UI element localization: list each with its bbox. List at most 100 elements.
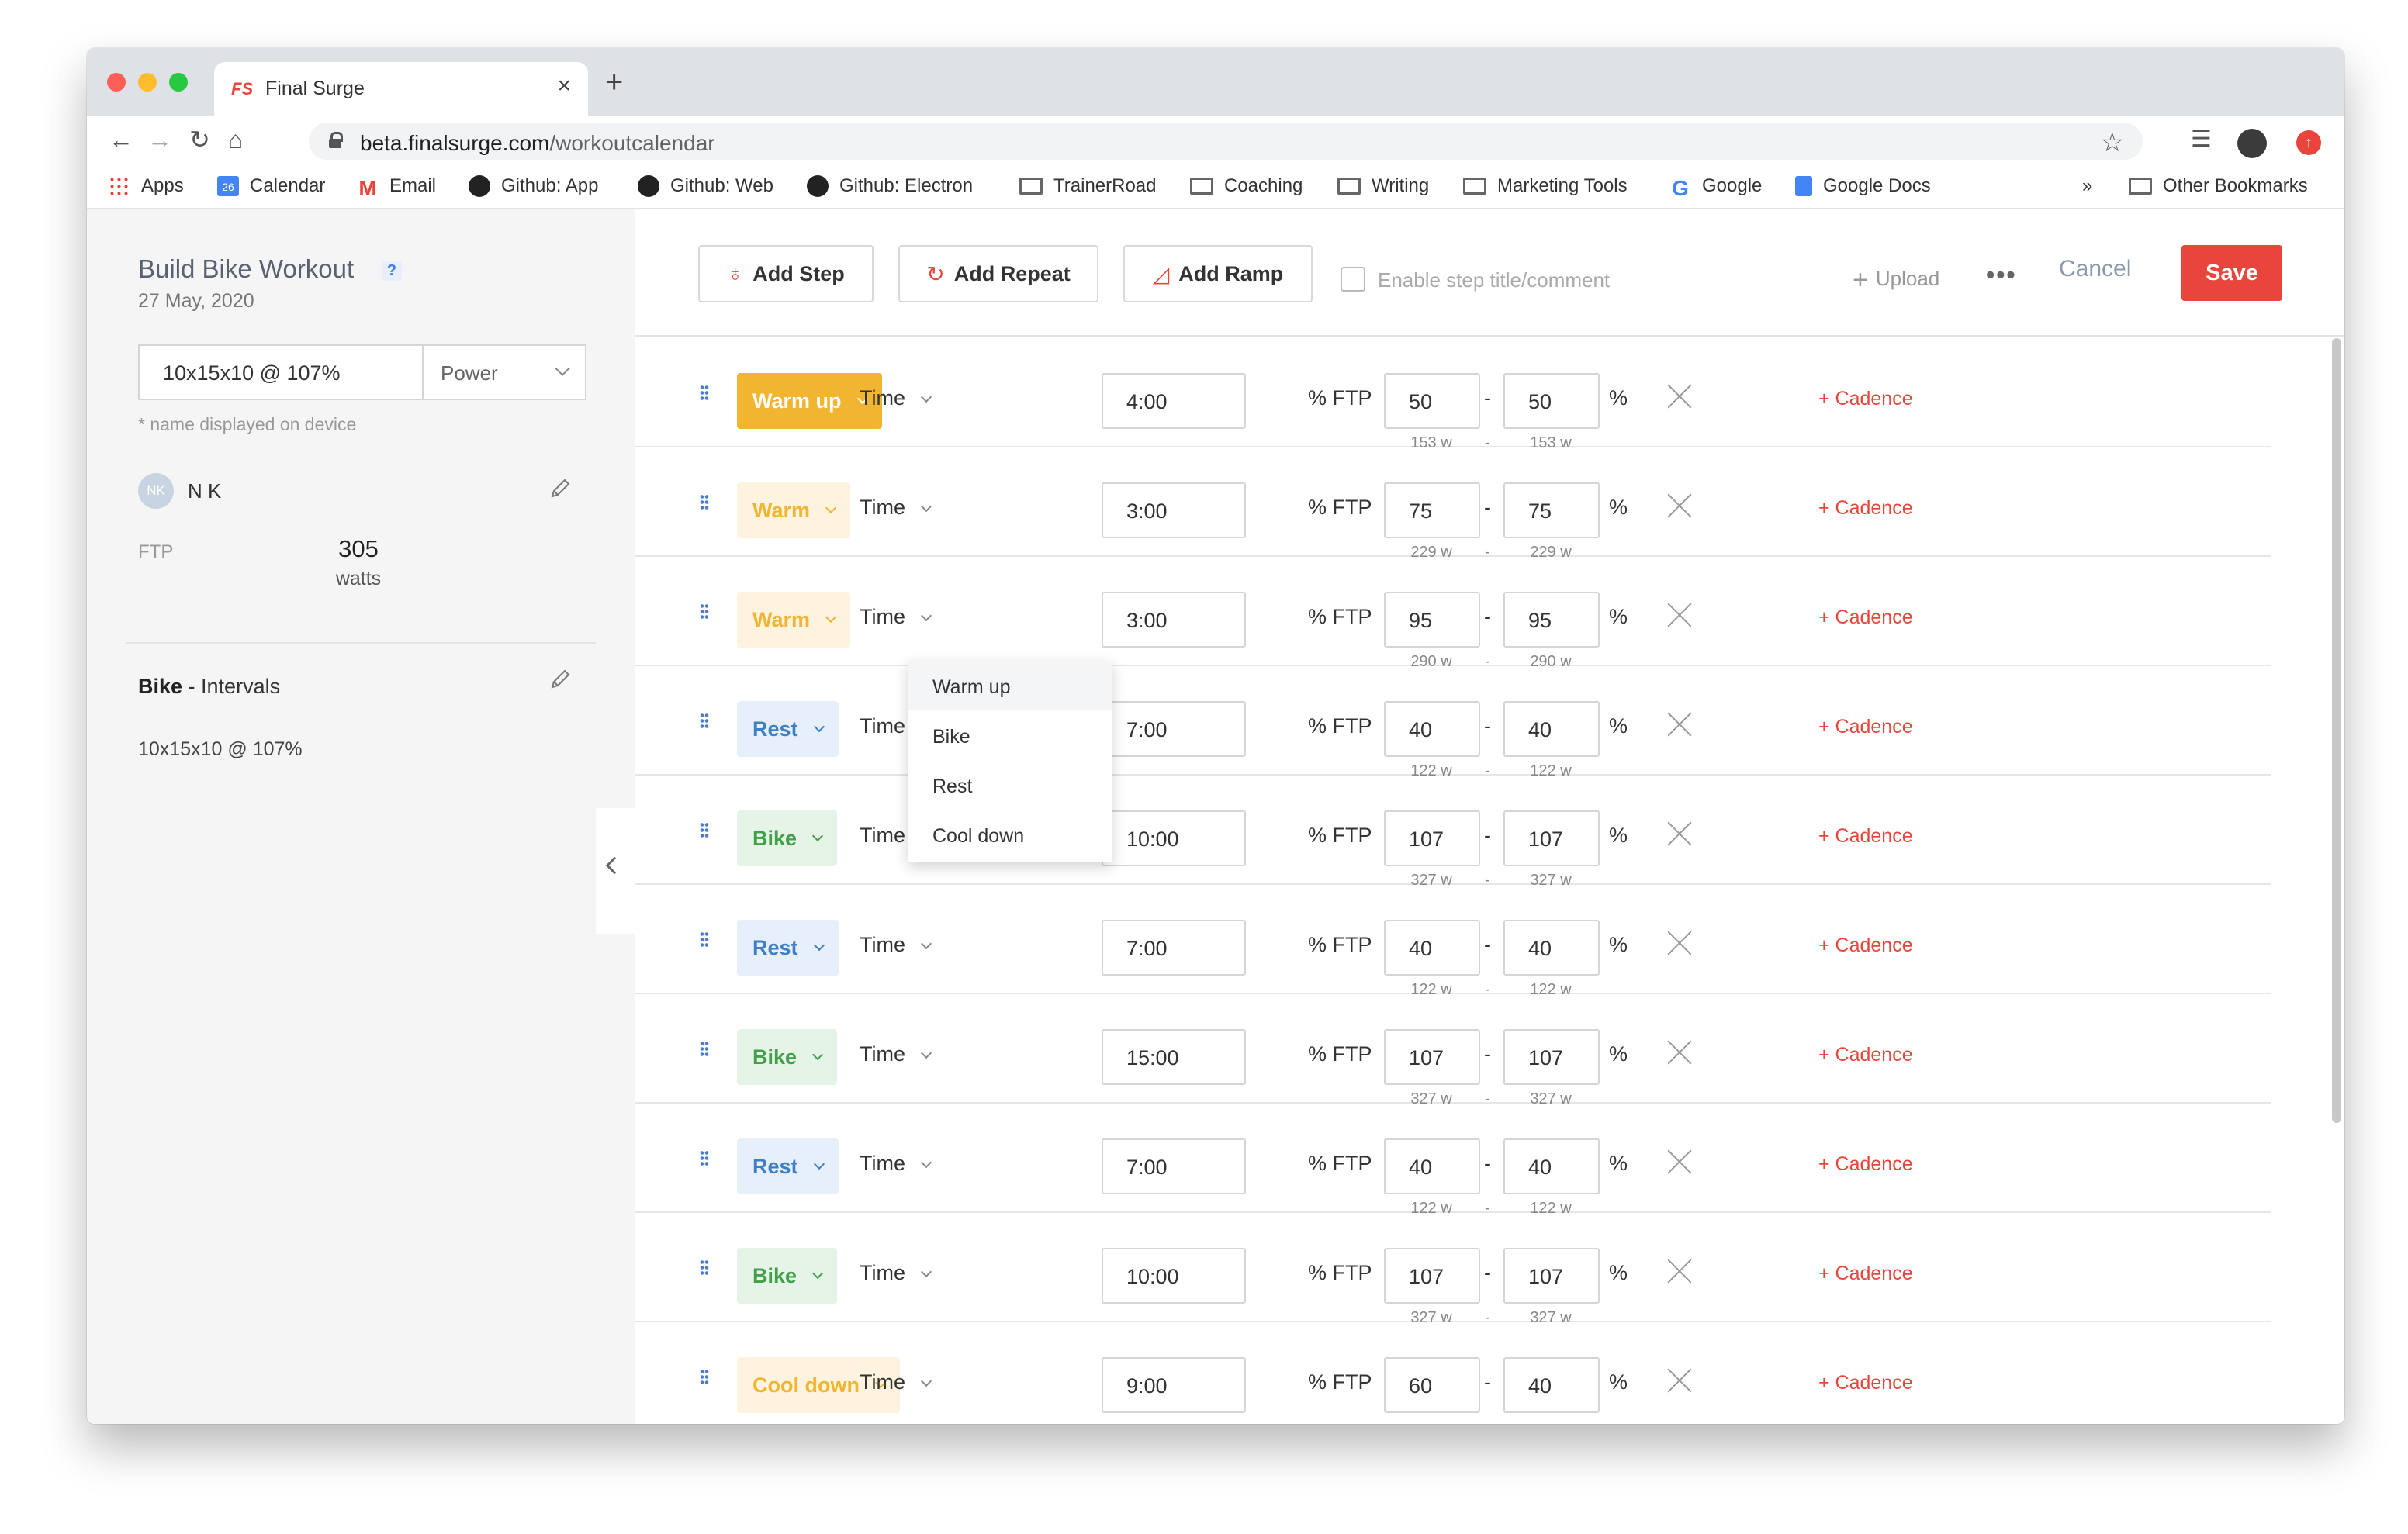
add-repeat-button[interactable]: ↻ Add Repeat: [898, 245, 1098, 302]
address-bar[interactable]: beta.finalsurge.com/workoutcalendar ☆: [309, 123, 2143, 160]
intensity-high-input[interactable]: 40: [1503, 701, 1600, 757]
intensity-low-input[interactable]: 95: [1384, 592, 1480, 648]
delete-step-icon[interactable]: [1666, 821, 1693, 847]
drag-handle-icon[interactable]: [700, 822, 709, 839]
add-cadence-link[interactable]: + Cadence: [1818, 497, 1913, 520]
dropdown-option-warm-up[interactable]: Warm up: [908, 661, 1112, 710]
duration-input[interactable]: 4:00: [1102, 373, 1246, 429]
minimize-window-button[interactable]: [138, 73, 157, 92]
intensity-low-input[interactable]: 60: [1384, 1357, 1480, 1413]
bookmark-trainerroad[interactable]: TrainerRoad: [1019, 175, 1157, 197]
duration-type-select[interactable]: Time: [860, 496, 932, 520]
intensity-high-input[interactable]: 40: [1503, 920, 1600, 976]
intensity-low-input[interactable]: 107: [1384, 810, 1480, 866]
duration-input[interactable]: 7:00: [1102, 920, 1246, 976]
add-cadence-link[interactable]: + Cadence: [1818, 1372, 1913, 1394]
workout-name-input[interactable]: 10x15x10 @ 107%: [138, 344, 425, 400]
duration-type-select[interactable]: Time: [860, 933, 932, 957]
add-ramp-button[interactable]: ◿ Add Ramp: [1123, 245, 1313, 302]
step-type-select[interactable]: Rest: [737, 701, 839, 757]
bookmark-coaching[interactable]: Coaching: [1190, 175, 1303, 197]
bookmark-google-docs[interactable]: Google Docs: [1795, 175, 1931, 197]
dropdown-option-rest[interactable]: Rest: [908, 760, 1112, 810]
back-icon[interactable]: ←: [109, 124, 133, 155]
duration-input[interactable]: 3:00: [1102, 592, 1246, 648]
update-icon[interactable]: ↑: [2296, 130, 2321, 155]
bookmark-writing[interactable]: Writing: [1337, 175, 1429, 197]
step-type-select[interactable]: Bike: [737, 1029, 838, 1085]
intensity-high-input[interactable]: 107: [1503, 810, 1600, 866]
step-type-select[interactable]: Bike: [737, 810, 838, 866]
bookmark-apps[interactable]: Apps: [109, 175, 184, 197]
add-cadence-link[interactable]: + Cadence: [1818, 1153, 1913, 1176]
add-cadence-link[interactable]: + Cadence: [1818, 716, 1913, 738]
delete-step-icon[interactable]: [1666, 1367, 1693, 1394]
dropdown-option-bike[interactable]: Bike: [908, 710, 1112, 760]
bookmark-email[interactable]: M Email: [357, 175, 436, 200]
intensity-high-input[interactable]: 107: [1503, 1029, 1600, 1085]
bookmark-github-app[interactable]: Github: App: [469, 175, 598, 197]
duration-type-select[interactable]: Time: [860, 605, 932, 629]
delete-step-icon[interactable]: [1666, 1149, 1693, 1175]
profile-avatar[interactable]: [2237, 129, 2267, 158]
intensity-low-input[interactable]: 40: [1384, 1138, 1480, 1194]
intensity-low-input[interactable]: 107: [1384, 1248, 1480, 1304]
intensity-low-input[interactable]: 40: [1384, 701, 1480, 757]
forward-icon[interactable]: →: [147, 124, 172, 155]
intensity-high-input[interactable]: 75: [1503, 482, 1600, 538]
delete-step-icon[interactable]: [1666, 1039, 1693, 1066]
intensity-high-input[interactable]: 95: [1503, 592, 1600, 648]
duration-type-select[interactable]: Time: [860, 386, 932, 410]
drag-handle-icon[interactable]: [700, 1150, 709, 1167]
bookmark-github-electron[interactable]: Github: Electron: [807, 175, 973, 197]
help-icon[interactable]: ?: [382, 261, 402, 281]
add-cadence-link[interactable]: + Cadence: [1818, 935, 1913, 957]
bookmark-github-web[interactable]: Github: Web: [638, 175, 773, 197]
delete-step-icon[interactable]: [1666, 383, 1693, 409]
media-control-icon[interactable]: ☰: [2191, 126, 2212, 153]
bookmarks-overflow-icon[interactable]: »: [2082, 175, 2092, 197]
browser-tab[interactable]: FS Final Surge ×: [214, 62, 588, 116]
duration-type-select[interactable]: Time: [860, 1152, 932, 1176]
intensity-high-input[interactable]: 40: [1503, 1138, 1600, 1194]
delete-step-icon[interactable]: [1666, 711, 1693, 738]
step-type-select[interactable]: Warm: [737, 482, 851, 538]
drag-handle-icon[interactable]: [700, 1369, 709, 1386]
duration-type-select[interactable]: Time: [860, 1370, 932, 1394]
bookmark-google[interactable]: G Google: [1669, 175, 1762, 200]
drag-handle-icon[interactable]: [700, 385, 709, 402]
bookmark-star-icon[interactable]: ☆: [2101, 127, 2124, 158]
upload-button[interactable]: + Upload: [1853, 265, 1939, 295]
intensity-low-input[interactable]: 107: [1384, 1029, 1480, 1085]
target-type-select[interactable]: Power: [422, 344, 586, 400]
edit-sport-icon[interactable]: [548, 667, 573, 692]
new-tab-button[interactable]: +: [605, 67, 623, 98]
step-type-select[interactable]: Rest: [737, 1138, 839, 1194]
collapse-sidebar-button[interactable]: [596, 808, 635, 934]
add-cadence-link[interactable]: + Cadence: [1818, 606, 1913, 629]
duration-input[interactable]: 3:00: [1102, 482, 1246, 538]
duration-type-select[interactable]: Time: [860, 1042, 932, 1066]
close-tab-icon[interactable]: ×: [557, 73, 571, 99]
delete-step-icon[interactable]: [1666, 1258, 1693, 1284]
reload-icon[interactable]: ↻: [189, 124, 210, 155]
intensity-low-input[interactable]: 75: [1384, 482, 1480, 538]
step-type-select[interactable]: Bike: [737, 1248, 838, 1304]
intensity-low-input[interactable]: 50: [1384, 373, 1480, 429]
add-cadence-link[interactable]: + Cadence: [1818, 825, 1913, 848]
add-cadence-link[interactable]: + Cadence: [1818, 1263, 1913, 1285]
drag-handle-icon[interactable]: [700, 713, 709, 730]
drag-handle-icon[interactable]: [700, 603, 709, 620]
intensity-high-input[interactable]: 40: [1503, 1357, 1600, 1413]
add-cadence-link[interactable]: + Cadence: [1818, 388, 1913, 410]
step-type-select[interactable]: Rest: [737, 920, 839, 976]
bookmark-other[interactable]: Other Bookmarks: [2129, 175, 2308, 197]
scrollbar[interactable]: [2332, 338, 2341, 1123]
enable-comment-checkbox[interactable]: [1341, 267, 1365, 292]
duration-type-select[interactable]: Time: [860, 1261, 932, 1285]
add-step-button[interactable]: ♁ Add Step: [698, 245, 874, 302]
delete-step-icon[interactable]: [1666, 930, 1693, 956]
step-type-select[interactable]: Warm: [737, 592, 851, 648]
home-icon[interactable]: ⌂: [228, 124, 243, 155]
duration-input[interactable]: 15:00: [1102, 1029, 1246, 1085]
